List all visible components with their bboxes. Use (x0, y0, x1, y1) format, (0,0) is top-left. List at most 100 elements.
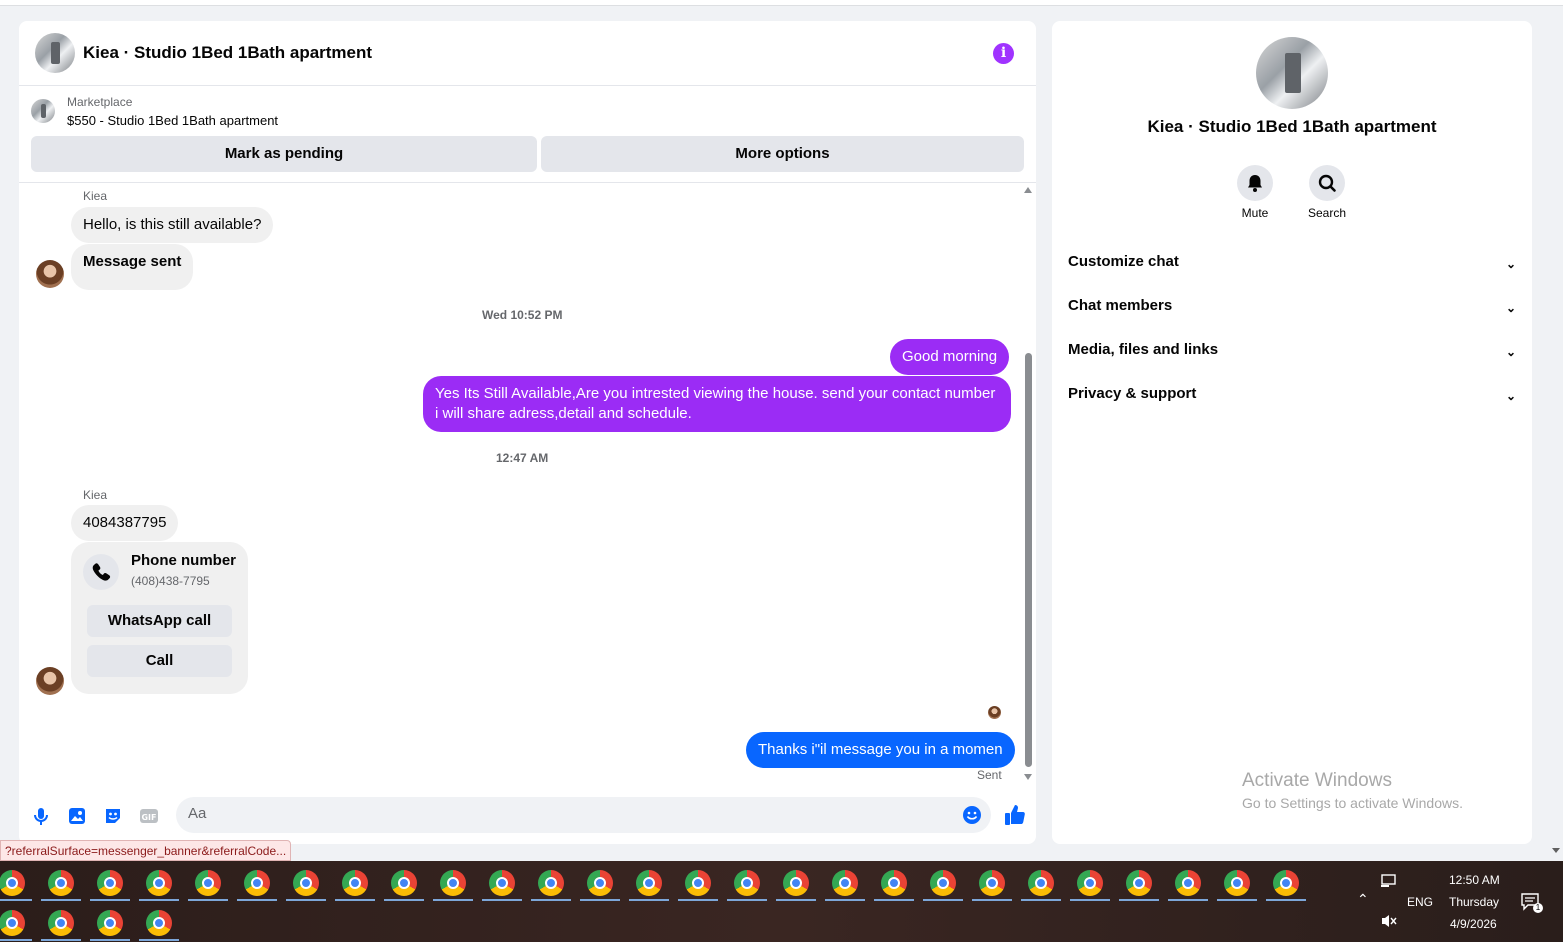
scroll-down-arrow[interactable] (1024, 774, 1032, 780)
chrome-taskbar-icon[interactable] (578, 865, 622, 901)
chrome-icon (48, 910, 74, 936)
conversation-avatar[interactable] (35, 33, 75, 73)
chrome-taskbar-icon[interactable] (823, 865, 867, 901)
chrome-taskbar-icon[interactable] (431, 865, 475, 901)
call-button[interactable]: Call (87, 645, 232, 677)
chrome-taskbar-icon[interactable] (1068, 865, 1112, 901)
chrome-icon (342, 870, 368, 896)
message-input-wrapper[interactable] (176, 797, 991, 833)
chevron-down-icon: ⌄ (1505, 301, 1516, 315)
scroll-up-arrow[interactable] (1024, 187, 1032, 193)
chrome-taskbar-icon[interactable] (1019, 865, 1063, 901)
notifications-icon[interactable]: 1 (1520, 891, 1543, 913)
chrome-icon (146, 870, 172, 896)
photo-icon[interactable] (67, 806, 87, 826)
chrome-icon (685, 870, 711, 896)
chrome-taskbar-icon[interactable] (0, 865, 34, 901)
language-indicator[interactable]: ENG (1407, 895, 1433, 909)
svg-text:GIF: GIF (141, 813, 156, 822)
message-bubble-outgoing[interactable]: Good morning (890, 339, 1010, 375)
chat-members-section[interactable]: Chat members ⌄ (1068, 297, 1516, 327)
chrome-taskbar-icon[interactable] (39, 905, 83, 941)
chevron-down-icon: ⌄ (1505, 345, 1516, 359)
clock-date[interactable]: 4/9/2026 (1450, 917, 1497, 931)
like-thumb-icon[interactable] (1003, 803, 1027, 827)
more-options-button[interactable]: More options (541, 136, 1024, 172)
active-indicator (1168, 899, 1208, 901)
network-icon[interactable] (1380, 873, 1398, 889)
sticker-icon[interactable] (103, 806, 123, 826)
chrome-taskbar-icon[interactable] (137, 905, 181, 941)
chrome-taskbar-icon[interactable] (186, 865, 230, 901)
chrome-taskbar-icon[interactable] (529, 865, 573, 901)
search-button[interactable] (1309, 165, 1345, 201)
phone-icon (83, 554, 119, 590)
chrome-taskbar-icon[interactable] (774, 865, 818, 901)
chrome-icon (930, 870, 956, 896)
info-icon[interactable]: i (993, 43, 1014, 64)
clock-time[interactable]: 12:50 AM (1449, 873, 1500, 887)
message-bubble-outgoing[interactable]: Yes Its Still Available,Are you intreste… (423, 376, 1011, 432)
message-bubble-outgoing[interactable]: Thanks i"il message you in a momen (746, 732, 1015, 768)
volume-muted-icon[interactable] (1380, 913, 1398, 929)
chrome-taskbar-icon[interactable] (921, 865, 965, 901)
emoji-icon[interactable] (962, 805, 982, 825)
chrome-icon (244, 870, 270, 896)
chrome-taskbar-icon[interactable] (284, 865, 328, 901)
chrome-taskbar-icon[interactable] (88, 865, 132, 901)
chrome-taskbar-icon[interactable] (1215, 865, 1259, 901)
conversation-large-avatar[interactable] (1256, 37, 1328, 109)
chrome-taskbar-icon[interactable] (39, 865, 83, 901)
message-scrollbar[interactable] (1022, 187, 1034, 783)
active-indicator (237, 899, 277, 901)
chrome-taskbar-icon[interactable] (382, 865, 426, 901)
status-bar-url: ?referralSurface=messenger_banner&referr… (0, 840, 292, 861)
active-indicator (1070, 899, 1110, 901)
gif-icon[interactable]: GIF (139, 806, 159, 826)
chrome-icon (97, 910, 123, 936)
mute-button[interactable] (1237, 165, 1273, 201)
chrome-taskbar-icon[interactable] (0, 905, 34, 941)
chrome-icon (0, 870, 25, 896)
chrome-taskbar-icon[interactable] (970, 865, 1014, 901)
sender-avatar[interactable] (36, 667, 64, 695)
chrome-taskbar-icon[interactable] (333, 865, 377, 901)
chrome-taskbar-icon[interactable] (235, 865, 279, 901)
sender-avatar[interactable] (36, 260, 64, 288)
customize-chat-section[interactable]: Customize chat ⌄ (1068, 253, 1516, 283)
whatsapp-call-button[interactable]: WhatsApp call (87, 605, 232, 637)
chrome-taskbar-icon[interactable] (1166, 865, 1210, 901)
active-indicator (1266, 899, 1306, 901)
mark-as-pending-button[interactable]: Mark as pending (31, 136, 537, 172)
chrome-icon (489, 870, 515, 896)
section-label: Media, files and links (1068, 341, 1219, 358)
active-indicator (139, 899, 179, 901)
page-scrollbar[interactable] (1549, 6, 1563, 861)
scroll-thumb[interactable] (1025, 353, 1032, 767)
listing-title[interactable]: $550 - Studio 1Bed 1Bath apartment (67, 113, 278, 128)
chrome-taskbar-icon[interactable] (1117, 865, 1161, 901)
chrome-taskbar-icon[interactable] (480, 865, 524, 901)
message-input[interactable] (188, 805, 928, 822)
chrome-taskbar-icon[interactable] (725, 865, 769, 901)
media-files-links-section[interactable]: Media, files and links ⌄ (1068, 341, 1516, 371)
privacy-support-section[interactable]: Privacy & support ⌄ (1068, 385, 1516, 415)
microphone-icon[interactable] (31, 806, 51, 826)
chrome-taskbar-icon[interactable] (1264, 865, 1308, 901)
listing-thumbnail[interactable] (31, 99, 55, 123)
tray-chevron-up-icon[interactable]: ⌃ (1357, 891, 1369, 908)
clock-day[interactable]: Thursday (1449, 895, 1499, 909)
message-bubble-incoming[interactable]: Message sent (71, 244, 194, 290)
sender-name: Kiea (83, 189, 108, 203)
chrome-taskbar-icon[interactable] (88, 905, 132, 941)
chrome-taskbar-icon[interactable] (676, 865, 720, 901)
message-bubble-incoming[interactable]: 4084387795 (71, 505, 179, 541)
message-bubble-incoming[interactable]: Hello, is this still available? (71, 207, 274, 243)
chrome-taskbar-icon[interactable] (137, 865, 181, 901)
active-indicator (825, 899, 865, 901)
chat-title[interactable]: Kiea · Studio 1Bed 1Bath apartment (83, 43, 372, 63)
page-scroll-down-arrow[interactable] (1552, 848, 1560, 853)
chrome-taskbar-icon[interactable] (872, 865, 916, 901)
chrome-icon (0, 910, 25, 936)
chrome-taskbar-icon[interactable] (627, 865, 671, 901)
